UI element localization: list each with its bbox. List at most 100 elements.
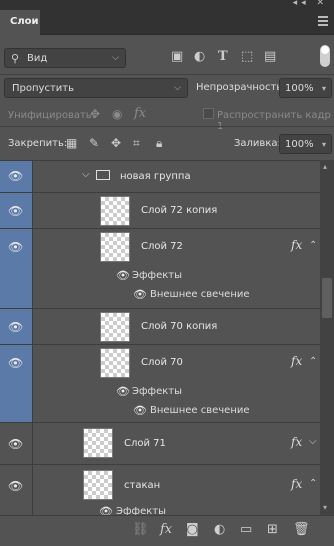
opacity-label: Непрозрачность: — [196, 82, 286, 93]
layers-bottom-toolbar: ⛓︎ fx ◙ ◐ ▭ ⊞ 🗑︎ — [0, 515, 334, 546]
propagate-checkbox[interactable] — [203, 108, 214, 119]
chevron-up-icon[interactable]: ⌃ — [309, 478, 317, 489]
fx-icon[interactable]: fx — [291, 477, 302, 491]
unify-visibility-icon[interactable]: ◉ — [112, 107, 122, 121]
chevron-down-icon[interactable]: ⌵ — [82, 169, 90, 180]
eye-icon[interactable]: 👁︎ — [8, 356, 23, 370]
opacity-value: 100% — [285, 83, 314, 94]
unify-position-icon[interactable]: ✥ — [90, 107, 100, 121]
search-icon: ⚲ — [11, 52, 20, 65]
fill-label: Заливка: — [234, 138, 281, 149]
eye-icon[interactable]: 👁︎ — [8, 479, 23, 493]
fill-value: 100% — [285, 139, 314, 150]
eye-icon[interactable]: 👁︎ — [8, 169, 23, 183]
layer-row-group[interactable]: 👁︎ ⌵ новая группа — [0, 160, 320, 192]
layer-name: новая группа — [120, 171, 191, 182]
layer-name: Слой 72 копия — [141, 205, 218, 216]
layer-name: стакан — [124, 480, 161, 491]
new-layer-icon[interactable]: ⊞ — [267, 522, 278, 537]
trash-icon[interactable]: 🗑︎ — [293, 522, 310, 537]
fx-icon[interactable]: fx — [291, 354, 302, 368]
visibility-column: 👁︎ — [0, 345, 33, 422]
layer-row[interactable]: 👁︎ Слой 70 fx ⌃ 👁︎ Эффекты 👁︎ Внешнее св… — [0, 344, 320, 422]
unify-style-icon[interactable]: fx — [134, 106, 146, 121]
fx-icon[interactable]: fx — [291, 238, 302, 252]
effects-label: Эффекты — [116, 506, 166, 515]
chevron-down-icon: ▾ — [321, 84, 326, 93]
effects-label: Эффекты — [132, 270, 182, 281]
eye-icon[interactable]: 👁︎ — [116, 269, 130, 282]
eye-icon[interactable]: 👁︎ — [8, 204, 23, 218]
collapse-panels-icon[interactable]: ◂◂ ✕ — [293, 0, 328, 8]
chevron-down-icon: ▾ — [321, 140, 326, 149]
lock-all-icon[interactable]: 🔒︎ — [156, 136, 162, 151]
layer-name: Слой 71 — [124, 438, 166, 449]
smart-object-filter-icon[interactable]: ▤ — [264, 49, 276, 64]
visibility-column: 👁︎ — [0, 423, 33, 464]
eye-icon[interactable]: 👁︎ — [133, 404, 147, 417]
opacity-field[interactable]: 100% ▾ — [279, 78, 332, 98]
adjustment-filter-icon[interactable]: ◐ — [194, 49, 205, 64]
adjustment-icon[interactable]: ◐ — [214, 522, 225, 537]
mask-icon[interactable]: ◙ — [186, 522, 199, 537]
layer-row[interactable]: 👁︎ стакан fx ⌃ 👁︎ Эффекты — [0, 464, 320, 515]
chevron-up-icon[interactable]: ⌃ — [309, 240, 317, 251]
chevron-down-icon: ⌵ — [112, 53, 119, 63]
filter-kind-select[interactable]: ⚲ Вид ⌵ — [4, 48, 126, 68]
blend-mode-select[interactable]: Пропустить ⌵ — [4, 78, 188, 98]
layer-row[interactable]: 👁︎ Слой 70 копия — [0, 308, 320, 344]
layer-thumbnail — [100, 196, 130, 226]
lock-artboard-icon[interactable]: ⌗ — [133, 136, 140, 151]
effect-name: Внешнее свечение — [150, 405, 250, 416]
layer-thumbnail — [100, 348, 130, 378]
fx-icon[interactable]: fx — [291, 435, 302, 449]
layer-name: Слой 70 копия — [141, 321, 218, 332]
fill-field[interactable]: 100% ▾ — [279, 134, 332, 154]
chevron-up-icon[interactable]: ⌃ — [309, 356, 317, 367]
layer-thumbnail — [100, 312, 130, 342]
eye-icon[interactable]: 👁︎ — [8, 240, 23, 254]
fx-icon[interactable]: fx — [160, 522, 172, 537]
lock-transparent-icon[interactable]: ▦ — [66, 136, 77, 150]
layer-thumbnail — [83, 428, 113, 458]
visibility-column: 👁︎ — [0, 309, 33, 344]
filter-toggle[interactable] — [320, 45, 330, 67]
eye-icon[interactable]: 👁︎ — [116, 385, 130, 398]
shape-filter-icon[interactable]: ⬚ — [241, 49, 253, 64]
chevron-down-icon[interactable]: ⌵ — [309, 436, 317, 447]
folder-icon — [96, 170, 110, 180]
filter-kind-label: Вид — [27, 53, 48, 64]
layer-name: Слой 72 — [141, 241, 183, 252]
effect-name: Внешнее свечение — [150, 289, 250, 300]
divider — [0, 126, 334, 127]
chevron-up-icon[interactable]: ▴ — [323, 162, 327, 171]
visibility-column: 👁︎ — [0, 465, 33, 515]
layers-scrollbar[interactable]: ▴ ▾ — [320, 160, 334, 515]
eye-icon[interactable]: 👁︎ — [99, 505, 113, 515]
scrollbar-thumb[interactable] — [322, 278, 332, 318]
layer-row[interactable]: 👁︎ Слой 71 fx ⌵ — [0, 422, 320, 464]
effects-label: Эффекты — [132, 386, 182, 397]
link-icon[interactable]: ⛓︎ — [132, 522, 149, 537]
panel-top-strip: ◂◂ ✕ — [0, 0, 334, 10]
blend-mode-value: Пропустить — [12, 83, 74, 94]
pixel-filter-icon[interactable]: ▣ — [171, 49, 183, 64]
eye-icon[interactable]: 👁︎ — [8, 320, 23, 334]
type-filter-icon[interactable]: T — [218, 49, 228, 64]
divider — [0, 74, 334, 75]
layer-row[interactable]: 👁︎ Слой 72 копия — [0, 192, 320, 228]
eye-icon[interactable]: 👁︎ — [133, 288, 147, 301]
visibility-column: 👁︎ — [0, 161, 33, 192]
lock-position-icon[interactable]: ✥ — [111, 136, 121, 150]
lock-image-icon[interactable]: ✎ — [89, 136, 99, 150]
tab-layers[interactable]: Слои — [0, 10, 40, 35]
layer-row[interactable]: 👁︎ Слой 72 fx ⌃ 👁︎ Эффекты 👁︎ Внешнее св… — [0, 228, 320, 312]
propagate-label: Распространить кадр 1 — [217, 110, 331, 132]
panel-tab-bar: Слои — [0, 10, 334, 35]
folder-icon[interactable]: ▭ — [240, 522, 252, 537]
chevron-down-icon[interactable]: ▾ — [323, 503, 327, 512]
layer-thumbnail — [83, 470, 113, 500]
layer-name: Слой 70 — [141, 357, 183, 368]
panel-menu-icon[interactable] — [318, 16, 328, 28]
eye-icon[interactable]: 👁︎ — [8, 437, 23, 451]
